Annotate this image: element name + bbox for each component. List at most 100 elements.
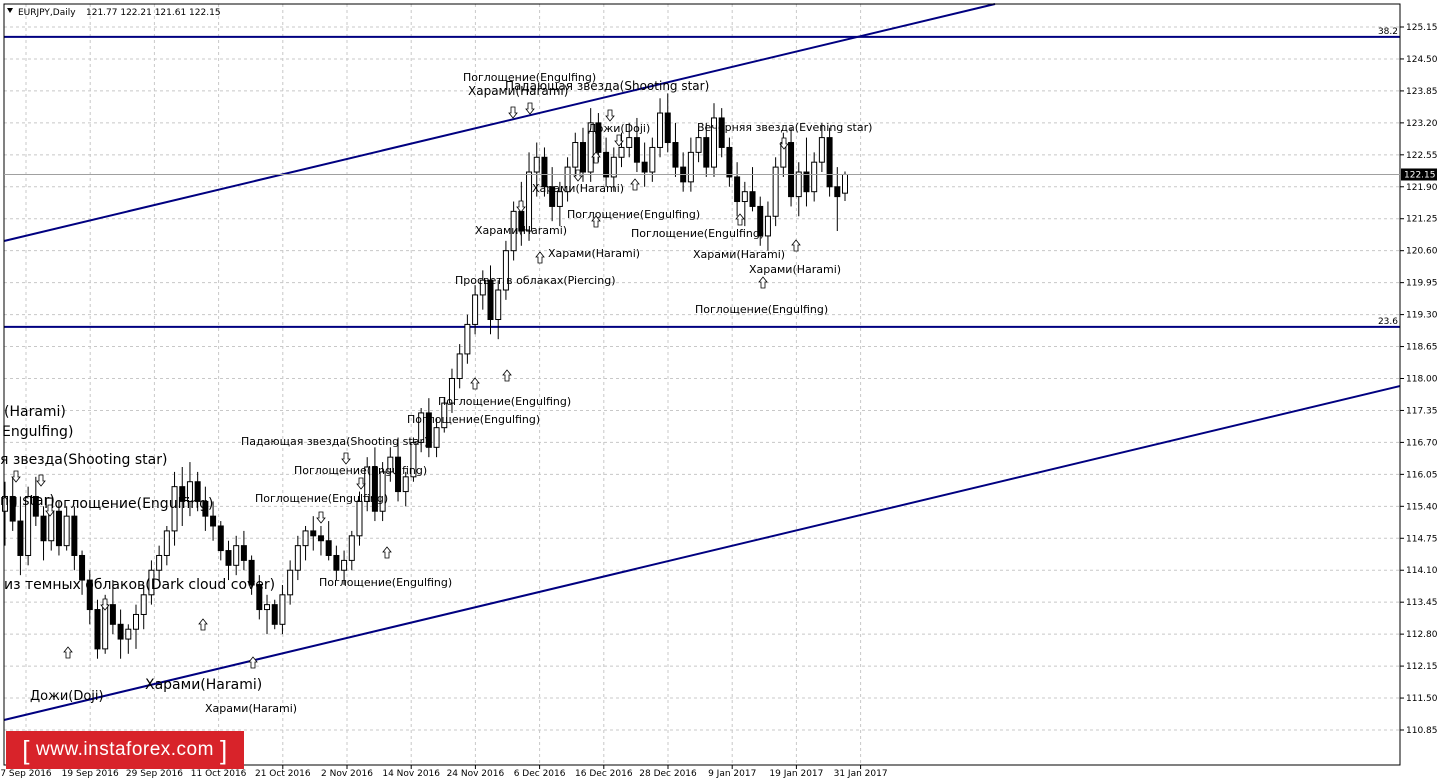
candle-body: [55, 510, 62, 547]
candle-body: [279, 594, 286, 625]
candle-body: [17, 520, 24, 556]
candle-body: [526, 171, 533, 232]
time-tick-label: 24 Nov 2016: [447, 769, 505, 779]
candle-body: [294, 545, 301, 571]
candle-body: [633, 137, 640, 163]
candle-body: [464, 323, 471, 355]
price-tick-label: 118.00: [1406, 375, 1438, 385]
candle-body: [240, 545, 247, 561]
pattern-label: Дожи(Doji): [30, 689, 104, 704]
arrow-up-icon: [791, 239, 801, 252]
price-tick-label: 113.45: [1406, 598, 1438, 608]
pattern-label: Поглощение(Engulfing): [407, 413, 540, 426]
candle-body: [71, 515, 78, 556]
time-tick-label: 11 Oct 2016: [191, 769, 247, 779]
price-tick-label: 115.40: [1406, 502, 1438, 512]
candle-body: [117, 623, 124, 640]
candle-body: [341, 559, 348, 571]
price-tick-label: 117.35: [1406, 406, 1438, 416]
arrow-down-icon: [316, 511, 326, 524]
candle-body: [826, 137, 833, 188]
pattern-label: Просвет в облаках(Piercing): [455, 274, 615, 287]
candle-body: [672, 142, 679, 168]
candle-body: [133, 613, 140, 630]
watermark-text: www.instaforex.com: [36, 739, 214, 760]
pattern-label: Вечерняя звезда(Evening star): [697, 121, 872, 134]
bracket-open: [: [22, 734, 31, 765]
candle-body: [125, 628, 132, 640]
pattern-label: (Harami): [4, 404, 66, 420]
arrow-up-icon: [535, 251, 545, 264]
candle-body: [287, 569, 294, 596]
time-tick-label: 9 Jan 2017: [708, 769, 756, 779]
candle-body: [603, 151, 610, 178]
price-tick-label: 119.30: [1406, 311, 1438, 321]
candle-body: [472, 294, 479, 325]
candle-body: [63, 515, 70, 547]
price-tick-label: 116.70: [1406, 438, 1438, 448]
bracket-close: ]: [219, 734, 228, 765]
candle-body: [626, 137, 633, 148]
candle-body: [310, 530, 317, 537]
time-tick-label: 19 Jan 2017: [769, 769, 823, 779]
candle-body: [317, 535, 324, 542]
candle-body: [649, 146, 656, 173]
candle-body: [163, 530, 170, 556]
price-tick-label: 123.85: [1406, 87, 1438, 97]
candle-body: [842, 173, 848, 194]
pattern-label: Поглощение(Engulfing): [631, 227, 764, 240]
time-tick-label: 28 Dec 2016: [639, 769, 697, 779]
arrow-up-icon: [382, 546, 392, 559]
arrow-down-icon: [341, 452, 351, 465]
pattern-label: Падающая звезда(Shooting star): [241, 435, 428, 448]
pattern-label: из темных облаков(Dark cloud cover): [4, 577, 275, 593]
time-tick-label: 16 Dec 2016: [575, 769, 633, 779]
candle-body: [264, 604, 271, 611]
current-price-label: 122.15: [1404, 170, 1436, 180]
arrow-down-icon: [516, 200, 526, 213]
candle-body: [641, 161, 648, 173]
price-chart[interactable]: 38.2 23.6 Поглощение(Engulfing) Падающая з…: [0, 0, 1439, 782]
pattern-label: Поглощение(Engulfing): [255, 492, 388, 505]
fibonacci-levels: 38.2 23.6: [4, 27, 1400, 328]
candle-body: [618, 146, 625, 158]
pattern-label: Харами(Harami): [693, 248, 785, 261]
candle-body: [233, 545, 240, 566]
candle-body: [533, 156, 540, 173]
pattern-label: Поглощение(Engulfing): [319, 576, 452, 589]
price-tick-label: 123.20: [1406, 119, 1438, 129]
pattern-label: Харами(Harami): [205, 702, 297, 715]
chart-frame: [3, 3, 1401, 766]
candle-body: [402, 476, 409, 493]
pattern-label: я звезда(Shooting star): [0, 452, 167, 468]
candle-body: [456, 353, 463, 380]
candle-body: [217, 525, 224, 552]
symbol-label: EURJPY,Daily: [18, 8, 76, 18]
pattern-label: Дожи(Doji): [588, 122, 650, 135]
candle-body: [726, 146, 733, 178]
ohlc-readout: 121.77 122.21 121.61 122.15: [86, 8, 221, 18]
chart-grid: [4, 4, 1400, 765]
pattern-label: Харами(Harami): [468, 84, 568, 98]
candle-body: [818, 137, 825, 163]
candle-body: [356, 500, 363, 537]
price-tick-label: 112.80: [1406, 630, 1438, 640]
dropdown-triangle-icon: [7, 8, 13, 13]
candles: [2, 93, 848, 659]
price-tick-label: 111.50: [1406, 694, 1438, 704]
time-tick-label: 29 Sep 2016: [126, 769, 183, 779]
time-tick-label: 6 Dec 2016: [514, 769, 566, 779]
candle-body: [495, 289, 502, 321]
candle-body: [156, 554, 163, 571]
price-tick-label: 114.75: [1406, 534, 1438, 544]
lower-trend-line: [3, 385, 1401, 721]
instaforex-watermark: [ www.instaforex.com ]: [6, 731, 244, 769]
candle-body: [433, 427, 440, 448]
price-tick-label: 121.90: [1406, 183, 1438, 193]
price-tick-label: 124.50: [1406, 55, 1438, 65]
arrow-up-icon: [198, 618, 208, 631]
candle-body: [795, 171, 802, 198]
price-tick-label: 118.65: [1406, 343, 1438, 353]
arrow-down-icon: [356, 477, 366, 490]
price-tick-label: 114.10: [1406, 566, 1438, 576]
